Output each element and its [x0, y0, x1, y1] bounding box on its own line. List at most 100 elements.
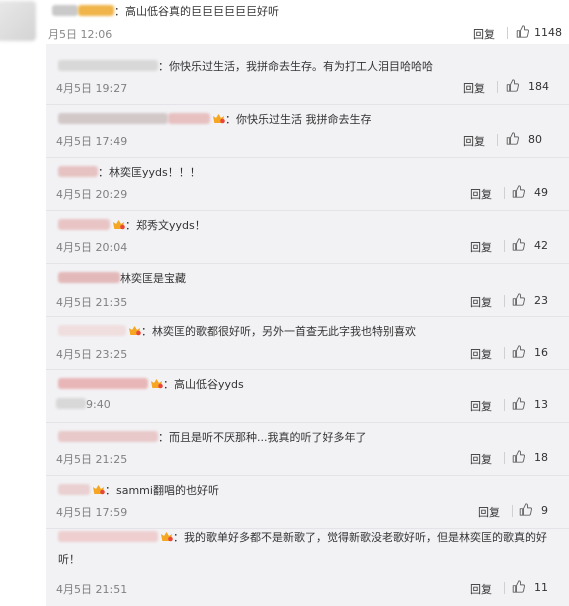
reply-text-line: 林奕匡是宝藏: [58, 270, 186, 286]
reply-item: ：我的歌单好多都不是新歌了，觉得新歌没老歌好听，但是林奕匡的歌真的好听！ 4月5日…: [46, 529, 569, 606]
reply-item: ：而且是听不厌那种...我真的听了好多年了 4月5日 21:25 回复 18: [46, 423, 569, 476]
reply-text: ：林奕匡yyds！！！: [98, 166, 201, 179]
like-button[interactable]: 23: [512, 293, 548, 307]
reply-button[interactable]: 回复: [470, 451, 492, 467]
like-button[interactable]: 1148: [516, 25, 562, 39]
comment-time: 月5日 12:06: [48, 28, 113, 41]
username-blurred[interactable]: [58, 431, 158, 442]
thumbs-up-icon: [512, 345, 526, 358]
reply-button[interactable]: 回复: [478, 504, 500, 520]
like-button[interactable]: 11: [512, 580, 548, 594]
like-button[interactable]: 42: [512, 238, 548, 252]
reply-item: ：高山低谷yyds 9:40 回复 13: [46, 370, 569, 423]
avatar[interactable]: [0, 1, 36, 41]
username-blurred[interactable]: [58, 531, 158, 542]
reply-time-text: 9:40: [86, 398, 111, 411]
reply-button[interactable]: 回复: [470, 239, 492, 255]
reply-item: ：sammi翻唱的也好听 4月5日 17:59 回复 9: [46, 476, 569, 529]
separator: [504, 187, 505, 199]
thumbs-up-icon: [512, 293, 526, 306]
reply-button[interactable]: 回复: [463, 80, 485, 96]
like-button[interactable]: 13: [512, 397, 548, 411]
thumbs-up-icon: [506, 132, 520, 145]
like-button[interactable]: 18: [512, 450, 548, 464]
vip-badge-icon: [212, 113, 225, 124]
separator: [512, 505, 513, 517]
reply-text-line: ：林奕匡的歌都很好听，另外一首查无此字我也特别喜欢: [58, 323, 416, 339]
username-blurred[interactable]: [58, 166, 98, 177]
reply-text-line: ：你快乐过生活 我拼命去生存: [58, 111, 372, 127]
top-comment: ：高山低谷真的巨巨巨巨巨巨好听 月5日 12:06 回复 1148: [0, 0, 569, 44]
reply-item: ：林奕匡的歌都很好听，另外一首查无此字我也特别喜欢 4月5日 23:25 回复 16: [46, 317, 569, 370]
like-count: 42: [534, 239, 548, 252]
thumbs-up-icon: [519, 503, 533, 516]
reply-button[interactable]: 回复: [470, 346, 492, 362]
like-button[interactable]: 184: [506, 79, 549, 93]
reply-item: ：郑秀文yyds！ 4月5日 20:04 回复 42: [46, 211, 569, 264]
separator: [504, 240, 505, 252]
reply-time: 4月5日 21:35: [56, 296, 128, 309]
separator: [507, 27, 508, 39]
reply-text-line: ：sammi翻唱的也好听: [58, 482, 219, 498]
separator: [504, 452, 505, 464]
reply-text: 林奕匡是宝藏: [120, 272, 186, 285]
username-blurred[interactable]: [52, 5, 78, 16]
reply-text-line: ：你快乐过生活，我拼命去生存。有为打工人泪目哈哈哈: [58, 58, 433, 74]
username-blurred[interactable]: [58, 272, 120, 283]
username-blurred[interactable]: [58, 378, 148, 389]
username-blurred[interactable]: [58, 325, 126, 336]
like-count: 1148: [534, 26, 562, 39]
like-count: 13: [534, 398, 548, 411]
reply-time: 4月5日 23:25: [56, 348, 128, 361]
username-blurred[interactable]: [58, 60, 158, 71]
username-blurred[interactable]: [58, 219, 110, 230]
separator: [497, 81, 498, 93]
reply-time: 4月5日 20:04: [56, 241, 128, 254]
like-button[interactable]: 80: [506, 132, 542, 146]
like-count: 11: [534, 581, 548, 594]
reply-text: ：郑秀文yyds！: [125, 219, 206, 232]
reply-button[interactable]: 回复: [463, 133, 485, 149]
username-blurred[interactable]: [168, 113, 210, 124]
thumbs-up-icon: [512, 185, 526, 198]
thumbs-up-icon: [512, 450, 526, 463]
separator: [504, 399, 505, 411]
reply-item: 林奕匡是宝藏 4月5日 21:35 回复 23: [46, 264, 569, 317]
reply-time: 9:40: [56, 398, 111, 411]
vip-badge-icon: [128, 325, 141, 336]
reply-time: 4月5日 17:49: [56, 135, 128, 148]
thumbs-up-icon: [516, 25, 530, 38]
reply-text: ：而且是听不厌那种...我真的听了好多年了: [158, 431, 367, 444]
like-button[interactable]: 9: [519, 503, 548, 517]
like-count: 23: [534, 294, 548, 307]
username-blurred[interactable]: [58, 113, 168, 124]
like-count: 49: [534, 186, 548, 199]
reply-text-line: ：我的歌单好多都不是新歌了，觉得新歌没老歌好听，但是林奕匡的歌真的好听！: [58, 527, 558, 571]
reply-button[interactable]: 回复: [470, 294, 492, 310]
reply-button[interactable]: 回复: [470, 398, 492, 414]
thumbs-up-icon: [512, 397, 526, 410]
like-count: 80: [528, 133, 542, 146]
comment-text: ：高山低谷真的巨巨巨巨巨巨好听: [114, 5, 279, 18]
like-count: 9: [541, 504, 548, 517]
comment-line: ：高山低谷真的巨巨巨巨巨巨好听: [52, 3, 279, 19]
thumbs-up-icon: [512, 580, 526, 593]
reply-text: ：高山低谷yyds: [163, 378, 244, 391]
thumbs-up-icon: [506, 79, 520, 92]
reply-button[interactable]: 回复: [473, 26, 495, 42]
reply-text: ：你快乐过生活，我拼命去生存。有为打工人泪目哈哈哈: [158, 60, 433, 73]
reply-button[interactable]: 回复: [470, 581, 492, 597]
username-blurred[interactable]: [78, 5, 114, 16]
vip-badge-icon: [92, 484, 105, 495]
vip-badge-icon: [112, 219, 125, 230]
reply-item: ：你快乐过生活 我拼命去生存 4月5日 17:49 回复 80: [46, 105, 569, 158]
reply-text-line: ：高山低谷yyds: [58, 376, 244, 392]
like-button[interactable]: 49: [512, 185, 548, 199]
reply-text: ：你快乐过生活 我拼命去生存: [225, 113, 372, 126]
vip-badge-icon: [150, 378, 163, 389]
like-button[interactable]: 16: [512, 345, 548, 359]
reply-text-line: ：林奕匡yyds！！！: [58, 164, 201, 180]
reply-button[interactable]: 回复: [470, 186, 492, 202]
username-blurred[interactable]: [58, 484, 90, 495]
like-count: 16: [534, 346, 548, 359]
